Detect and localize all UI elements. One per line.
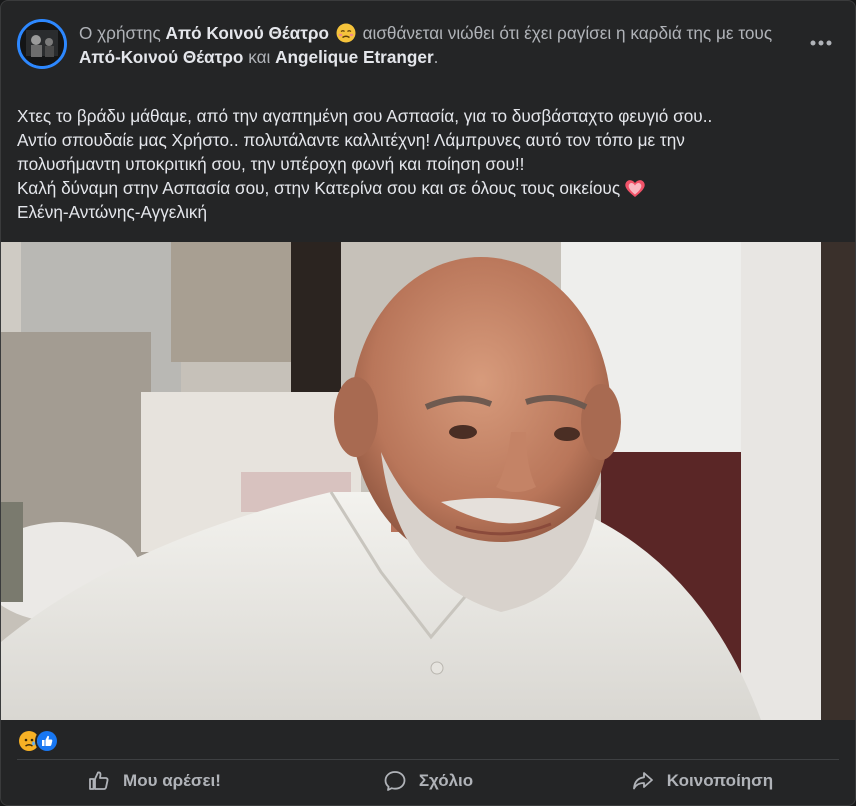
header-end: . <box>433 47 439 67</box>
post-body-line-with-heart: Καλή δύναμη στην Ασπασία σου, στην Κατερ… <box>17 176 837 200</box>
header-with: με τους <box>715 23 773 43</box>
comment-bubble-icon <box>384 770 406 791</box>
like-button[interactable]: Μου αρέσει! <box>17 762 291 799</box>
post-body: Χτες το βράδυ μάθαμε, από την αγαπημένη … <box>17 104 837 224</box>
post-body-line: Ελένη-Αντώνης-Αγγελική <box>17 202 208 222</box>
share-button[interactable]: Κοινοποίηση <box>565 762 839 799</box>
more-options-button[interactable] <box>803 29 839 57</box>
comment-button[interactable]: Σχόλιο <box>291 762 565 799</box>
like-reaction-icon <box>35 729 59 753</box>
post-photo[interactable] <box>1 242 855 720</box>
avatar-image <box>20 22 64 66</box>
post-header-text: Ο χρήστης Από Κοινού Θέατρο αισθάνεται ν… <box>79 21 784 69</box>
post-body-line: Αντίο σπουδαίε μας Χρήστο.. πολυτάλαντε … <box>17 130 685 150</box>
post-body-line: πολυσήμαντη υποκριτική σου, την υπέροχη … <box>17 154 525 174</box>
thumbs-up-icon <box>89 771 109 790</box>
tagged-user-link[interactable]: Angelique Etranger <box>275 47 434 67</box>
post-actions-bar: Μου αρέσει! Σχόλιο Κοινοποίηση <box>17 759 839 799</box>
sad-face-emoji-icon <box>336 23 356 43</box>
share-label: Κοινοποίηση <box>666 770 774 790</box>
photo-image <box>1 242 855 720</box>
header-feeling: αισθάνεται νιώθει ότι έχει ραγίσει η καρ… <box>362 23 712 43</box>
reaction-summary[interactable] <box>17 728 59 754</box>
post-body-line: Καλή δύναμη στην Ασπασία σου, στην Κατερ… <box>17 178 621 198</box>
author-name-link[interactable]: Από Κοινού Θέατρο <box>166 23 329 43</box>
tagged-page-link[interactable]: Από-Κοινού Θέατρο <box>79 47 243 67</box>
header-prefix: Ο χρήστης <box>79 23 161 43</box>
post-body-line: Χτες το βράδυ μάθαμε, από την αγαπημένη … <box>17 106 713 126</box>
header-and: και <box>248 47 271 67</box>
post-header: Ο χρήστης Από Κοινού Θέατρο αισθάνεται ν… <box>17 17 839 73</box>
more-dots-icon <box>810 40 832 46</box>
comment-label: Σχόλιο <box>418 770 474 790</box>
heart-emoji-icon <box>625 180 645 197</box>
post-card: Ο χρήστης Από Κοινού Θέατρο αισθάνεται ν… <box>0 0 856 806</box>
share-arrow-icon <box>632 771 653 789</box>
author-avatar[interactable] <box>17 19 67 69</box>
like-label: Μου αρέσει! <box>123 770 221 790</box>
